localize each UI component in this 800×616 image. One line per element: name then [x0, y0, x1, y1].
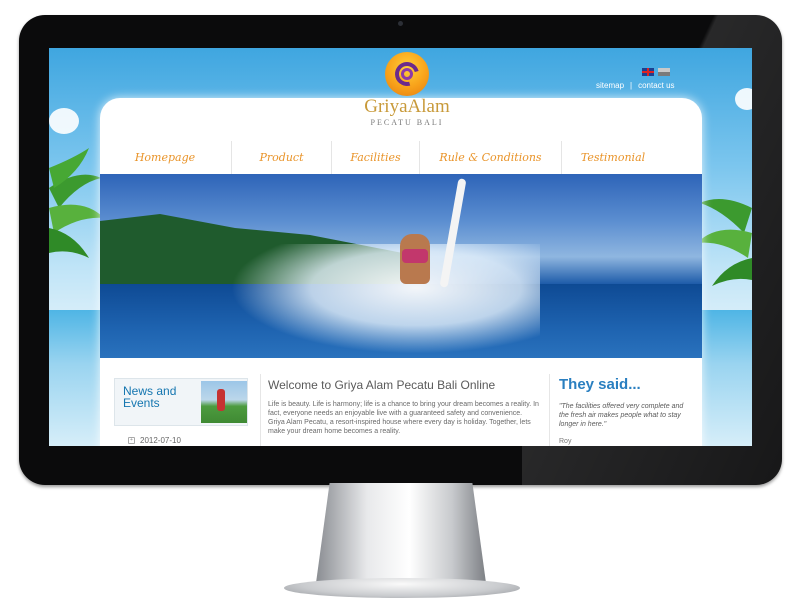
- nav-product[interactable]: Product: [232, 141, 332, 174]
- cloud: [49, 108, 79, 134]
- testimonial-author: Roy: [559, 438, 572, 445]
- news-item[interactable]: + 2012-07-10: [128, 436, 181, 445]
- nav-rule-conditions[interactable]: Rule & Conditions: [420, 141, 562, 174]
- news-thumbnail-golf[interactable]: [201, 381, 247, 423]
- brand-subtitle: PECATU BALI: [370, 118, 444, 127]
- nav-homepage[interactable]: Homepage: [99, 141, 232, 174]
- main-nav: Homepage Product Facilities Rule & Condi…: [99, 141, 699, 174]
- testimonial-quote: "The facilities offered very complete an…: [559, 403, 684, 428]
- golfer: [217, 389, 225, 411]
- news-title: News and Events: [123, 384, 177, 410]
- camera-icon: [398, 21, 403, 26]
- top-links: sitemap | contact us: [596, 81, 675, 90]
- monitor-base: [284, 578, 520, 598]
- link-separator: |: [630, 81, 633, 90]
- column-divider: [549, 374, 550, 446]
- brand-name: GriyaAlam: [364, 96, 450, 117]
- griya-alam-logo[interactable]: [385, 52, 429, 96]
- testimonial-title: They said...: [559, 376, 641, 393]
- nav-testimonial[interactable]: Testimonial: [562, 141, 664, 174]
- hero-banner-surfer: [100, 174, 702, 358]
- website-screen: GriyaAlam PECATU BALI sitemap | contact …: [49, 48, 752, 446]
- sitemap-link[interactable]: sitemap: [596, 81, 624, 90]
- column-divider: [260, 374, 261, 446]
- indonesia-flag-icon[interactable]: [658, 68, 670, 76]
- news-date: 2012-07-10: [140, 436, 181, 445]
- bullet-icon: +: [128, 437, 135, 444]
- cloud: [735, 88, 752, 110]
- language-switcher: [642, 68, 670, 76]
- logo-inner-swirl-icon: [401, 68, 413, 80]
- english-flag-icon[interactable]: [642, 68, 654, 76]
- welcome-title: Welcome to Griya Alam Pecatu Bali Online: [268, 378, 496, 392]
- welcome-body: Life is beauty. Life is harmony; life is…: [268, 401, 539, 435]
- hero-spray: [230, 244, 540, 354]
- surfer-suit: [402, 249, 428, 263]
- news-and-events-box[interactable]: News and Events: [114, 378, 248, 426]
- contact-us-link[interactable]: contact us: [638, 81, 674, 90]
- monitor-stand: [316, 483, 486, 583]
- nav-facilities[interactable]: Facilities: [332, 141, 420, 174]
- content-area: News and Events + 2012-07-10 Welcome to …: [100, 358, 702, 446]
